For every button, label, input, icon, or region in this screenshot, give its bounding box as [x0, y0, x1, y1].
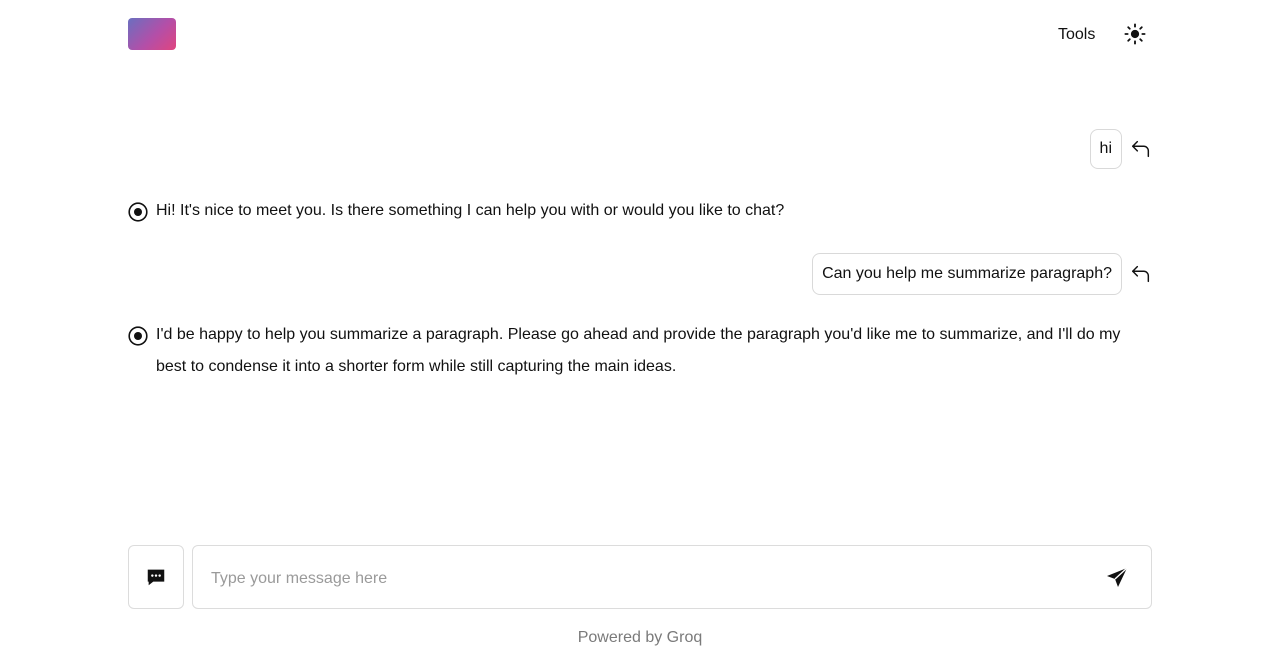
- assistant-message-text: Hi! It's nice to meet you. Is there some…: [156, 202, 785, 219]
- app-logo[interactable]: [128, 18, 176, 50]
- message-input[interactable]: [209, 562, 1073, 596]
- sun-icon[interactable]: [1124, 23, 1146, 45]
- chat-bubble-icon: [147, 569, 165, 586]
- user-message: hi: [1089, 129, 1152, 169]
- chat-page: Tools hi Hi! It's nice to meet you. Is t…: [0, 0, 1280, 665]
- user-message-bubble: hi: [1089, 129, 1122, 169]
- reply-arrow-icon[interactable]: [1130, 263, 1152, 285]
- tools-link[interactable]: Tools: [1058, 26, 1095, 44]
- user-message-bubble: Can you help me summarize paragraph?: [812, 253, 1122, 295]
- assistant-message-text: I'd be happy to help you summarize a par…: [156, 326, 1121, 375]
- reply-arrow-icon[interactable]: [1130, 138, 1152, 160]
- message-composer: [192, 545, 1152, 609]
- assistant-message: Hi! It's nice to meet you. Is there some…: [128, 201, 1128, 227]
- user-message: Can you help me summarize paragraph?: [812, 253, 1152, 295]
- send-icon[interactable]: [1105, 566, 1129, 590]
- assistant-message: I'd be happy to help you summarize a par…: [128, 325, 1128, 383]
- chat-mode-button[interactable]: [128, 545, 184, 609]
- assistant-avatar-icon: [128, 202, 148, 222]
- assistant-avatar-icon: [128, 326, 148, 346]
- powered-by-footer: Powered by Groq: [577, 629, 703, 646]
